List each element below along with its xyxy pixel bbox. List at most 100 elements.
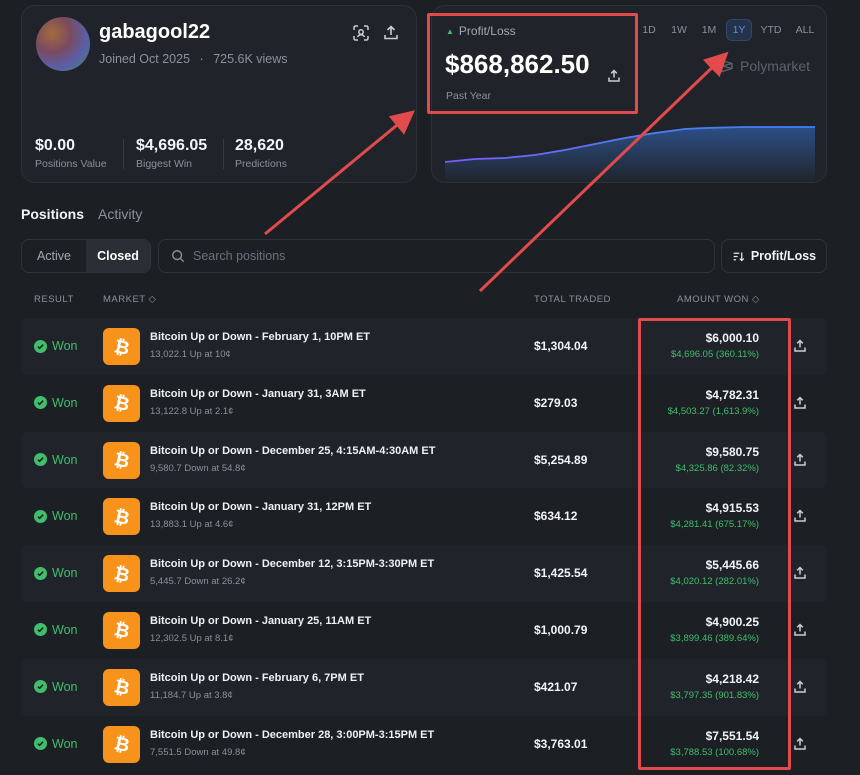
bitcoin-icon: ₿ — [103, 384, 140, 422]
bitcoin-icon: ₿ — [103, 725, 140, 763]
table-row[interactable]: Won ₿ Bitcoin Up or Down - January 31, 3… — [21, 374, 827, 432]
result-badge: Won — [34, 566, 77, 580]
svg-text:₿: ₿ — [112, 733, 131, 755]
sort-profit-loss-button[interactable]: Profit/Loss — [721, 239, 827, 273]
result-label: Won — [52, 395, 78, 410]
table-row[interactable]: Won ₿ Bitcoin Up or Down - February 1, 1… — [21, 318, 827, 375]
market-position: 11,184.7 Up at 3.8¢ — [150, 689, 233, 701]
check-circle-icon — [34, 566, 47, 580]
table-row[interactable]: Won ₿ Bitcoin Up or Down - February 6, 7… — [21, 658, 827, 716]
share-icon[interactable] — [382, 24, 400, 42]
search-input[interactable] — [193, 249, 673, 263]
profit-gain: $4,503.27 (1,613.9%) — [667, 405, 759, 417]
market-title[interactable]: Bitcoin Up or Down - February 6, 7PM ET — [150, 672, 364, 684]
market-position: 13,122.8 Up at 2.1¢ — [150, 405, 234, 417]
share-icon[interactable] — [793, 566, 807, 580]
stat-label: Positions Value — [35, 158, 107, 170]
view-count: 725.6K views — [213, 52, 288, 66]
share-icon[interactable] — [793, 680, 807, 694]
pnl-value: $868,862.50 — [445, 49, 621, 82]
share-icon[interactable] — [793, 623, 807, 637]
pnl-label: ▲ Profit/Loss — [446, 24, 516, 38]
check-circle-icon — [34, 737, 47, 751]
market-title[interactable]: Bitcoin Up or Down - January 25, 11AM ET — [150, 615, 371, 627]
sort-diamond-icon: ◇ — [148, 294, 157, 305]
stat-label: Biggest Win — [136, 158, 193, 170]
pnl-period: Past Year — [446, 90, 491, 102]
range-tab-ytd[interactable]: YTD — [756, 19, 786, 41]
total-traded: $3,763.01 — [534, 736, 588, 751]
share-icon[interactable] — [607, 59, 621, 82]
market-title[interactable]: Bitcoin Up or Down - February 1, 10PM ET — [150, 331, 370, 343]
col-amount-won[interactable]: AMOUNT WON ◇ — [677, 294, 760, 305]
scan-icon[interactable] — [352, 24, 370, 42]
profit-gain: $4,325.86 (82.32%) — [675, 462, 759, 474]
check-circle-icon — [34, 623, 47, 637]
amount-won: $5,445.66 — [705, 558, 759, 573]
joined-date: Joined Oct 2025 — [99, 52, 191, 66]
positions-table: Won ₿ Bitcoin Up or Down - February 1, 1… — [21, 318, 827, 773]
tab-activity[interactable]: Activity — [98, 206, 142, 222]
amount-won: $4,218.42 — [705, 671, 759, 686]
col-market[interactable]: MARKET ◇ — [103, 294, 156, 305]
range-tab-1d[interactable]: 1D — [636, 19, 662, 41]
share-icon[interactable] — [793, 453, 807, 467]
search-icon — [172, 250, 185, 263]
total-traded: $1,425.54 — [534, 566, 588, 581]
share-icon[interactable] — [793, 339, 807, 353]
divider — [123, 139, 124, 169]
table-row[interactable]: Won ₿ Bitcoin Up or Down - January 25, 1… — [21, 601, 827, 659]
market-position: 13,022.1 Up at 10¢ — [150, 349, 231, 360]
avatar[interactable] — [36, 17, 90, 71]
bitcoin-icon: ₿ — [103, 498, 140, 536]
range-tab-1m[interactable]: 1M — [696, 19, 722, 41]
svg-text:₿: ₿ — [112, 393, 131, 415]
table-row[interactable]: Won ₿ Bitcoin Up or Down - December 28, … — [21, 715, 827, 773]
share-icon[interactable] — [793, 509, 807, 523]
market-title[interactable]: Bitcoin Up or Down - December 28, 3:00PM… — [150, 729, 434, 741]
username: gabagool22 — [99, 21, 211, 43]
section-tabs: Positions Activity — [21, 206, 142, 222]
market-title[interactable]: Bitcoin Up or Down - January 31, 3AM ET — [150, 388, 366, 400]
amount-won: $4,900.25 — [705, 614, 759, 629]
stat-predictions: 28,620 Predictions — [235, 137, 287, 170]
range-tab-all[interactable]: ALL — [790, 19, 820, 41]
range-tab-1w[interactable]: 1W — [666, 19, 692, 41]
total-traded: $279.03 — [534, 395, 578, 410]
result-badge: Won — [34, 623, 77, 637]
profile-meta: Joined Oct 2025 · 725.6K views — [99, 52, 288, 66]
result-badge: Won — [34, 396, 77, 410]
tab-positions[interactable]: Positions — [21, 206, 84, 222]
stat-positions-value: $0.00 Positions Value — [35, 137, 107, 170]
result-badge: Won — [34, 680, 77, 694]
status-toggle: Active Closed — [21, 239, 151, 273]
result-badge: Won — [34, 453, 77, 467]
market-title[interactable]: Bitcoin Up or Down - December 12, 3:15PM… — [150, 558, 434, 570]
amount-won: $6,000.10 — [705, 331, 759, 345]
bitcoin-icon: ₿ — [103, 555, 140, 593]
check-circle-icon — [34, 453, 47, 467]
table-row[interactable]: Won ₿ Bitcoin Up or Down - January 31, 1… — [21, 488, 827, 546]
market-title[interactable]: Bitcoin Up or Down - December 25, 4:15AM… — [150, 445, 435, 457]
amount-won: $4,915.53 — [705, 501, 759, 516]
result-label: Won — [52, 339, 78, 353]
share-icon[interactable] — [793, 737, 807, 751]
market-title[interactable]: Bitcoin Up or Down - January 31, 12PM ET — [150, 501, 371, 513]
table-row[interactable]: Won ₿ Bitcoin Up or Down - December 25, … — [21, 431, 827, 489]
market-position: 9,580.7 Down at 54.8¢ — [150, 462, 246, 474]
toggle-closed[interactable]: Closed — [86, 240, 150, 272]
amount-won: $9,580.75 — [705, 444, 759, 459]
table-row[interactable]: Won ₿ Bitcoin Up or Down - December 12, … — [21, 545, 827, 602]
bitcoin-icon: ₿ — [103, 668, 140, 706]
range-tab-1y[interactable]: 1Y — [726, 19, 752, 41]
stat-biggest-win: $4,696.05 Biggest Win — [136, 137, 207, 170]
result-label: Won — [52, 509, 78, 524]
sort-icon — [733, 251, 745, 261]
polymarket-logo: Polymarket — [719, 58, 810, 74]
total-traded: $421.07 — [534, 679, 578, 694]
share-icon[interactable] — [793, 396, 807, 410]
profit-gain: $3,899.46 (389.64%) — [670, 632, 759, 644]
toggle-active[interactable]: Active — [22, 240, 86, 272]
pnl-area — [445, 127, 815, 182]
pnl-card: ▲ Profit/Loss $868,862.50 Past Year 1D 1W… — [431, 5, 827, 183]
